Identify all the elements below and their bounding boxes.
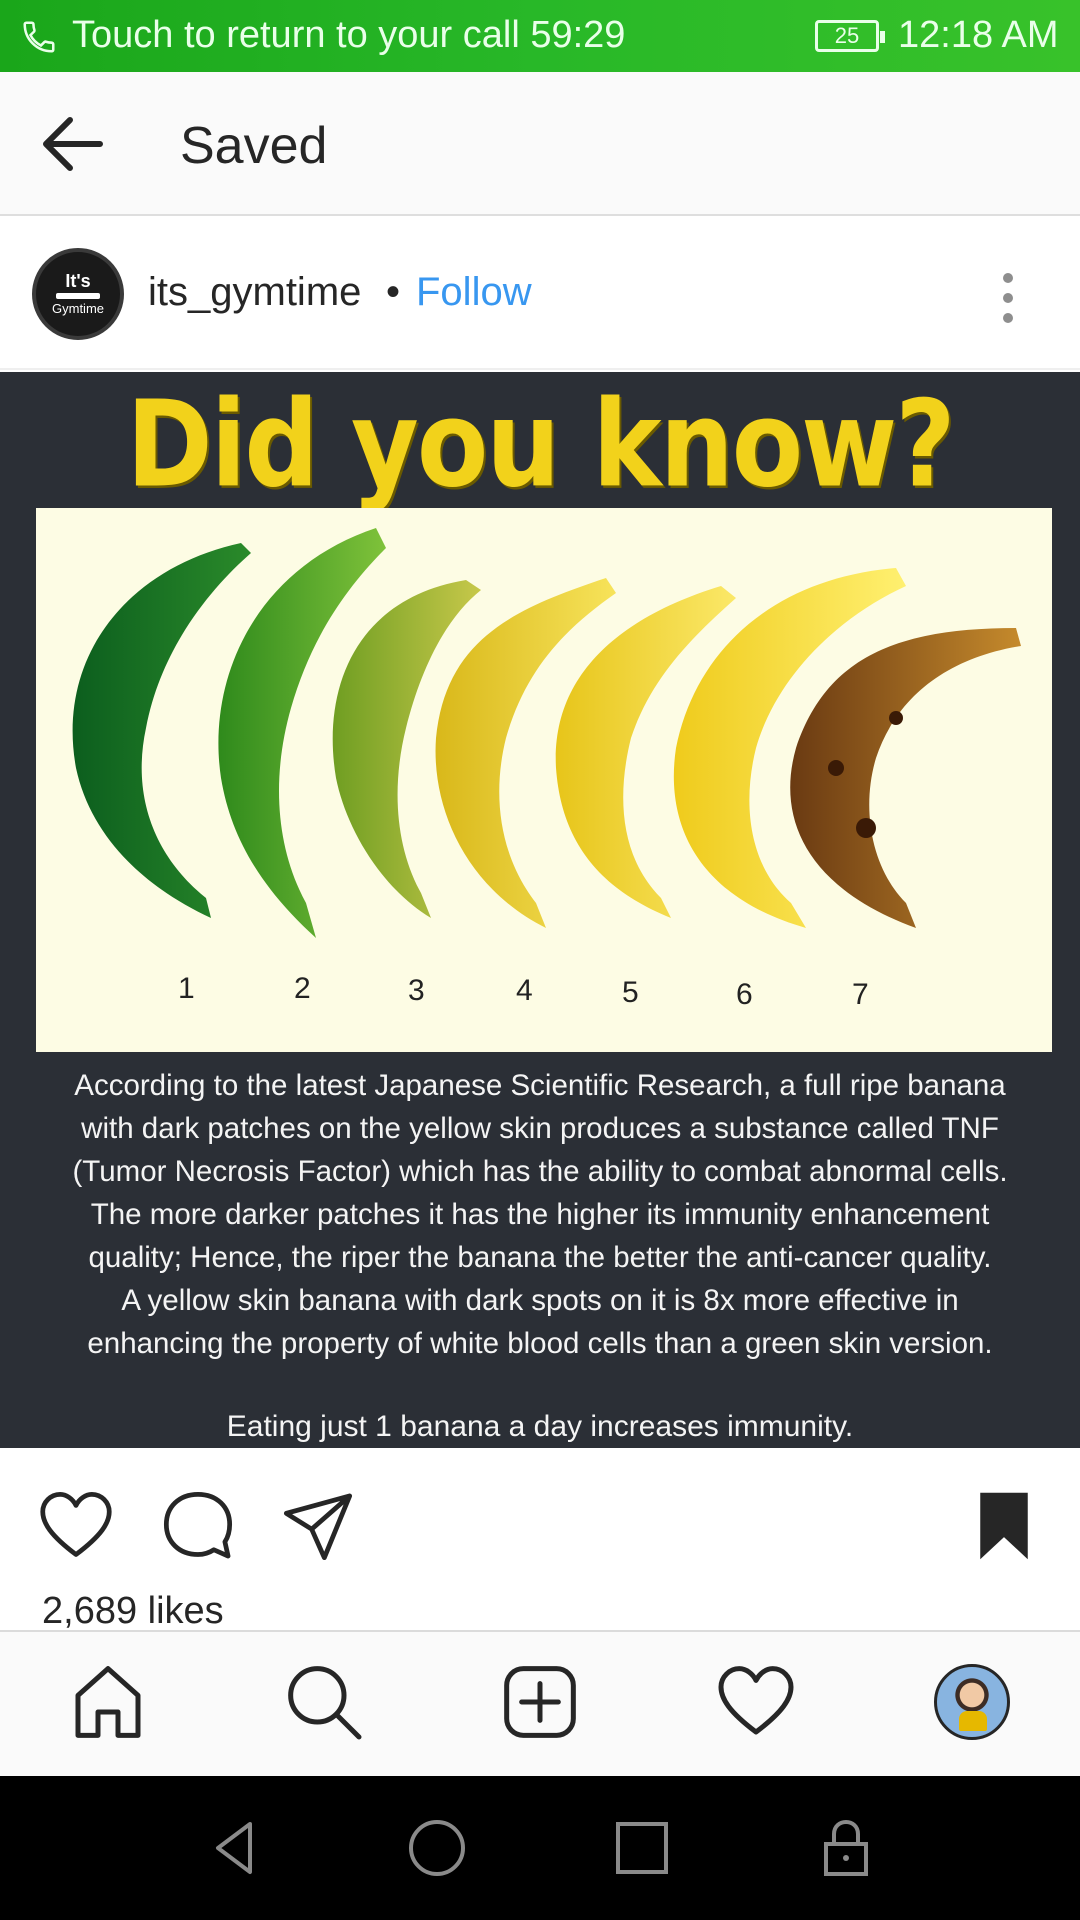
- add-post-icon[interactable]: [500, 1662, 580, 1742]
- comment-icon[interactable]: [160, 1488, 236, 1564]
- bananas-graphic: 1 2 3 4 5 6 7: [72, 528, 1021, 1011]
- caption-line: (Tumor Necrosis Factor) which has the ab…: [72, 1155, 1008, 1188]
- clock: 12:18 AM: [898, 14, 1059, 56]
- home-icon[interactable]: [68, 1662, 148, 1742]
- banana-number-3: 3: [408, 974, 425, 1007]
- dumbbell-icon: [56, 293, 100, 299]
- user-avatar[interactable]: It's Gymtime: [32, 248, 124, 340]
- system-navigation-bar: [0, 1776, 1080, 1920]
- image-caption: According to the latest Japanese Scienti…: [10, 1064, 1070, 1365]
- banana-number-4: 4: [516, 974, 533, 1007]
- likes-count[interactable]: 2,689 likes: [42, 1590, 224, 1633]
- banana-number-6: 6: [736, 978, 753, 1011]
- post-actions: 2,689 likes: [0, 1448, 1080, 1632]
- username-link[interactable]: its_gymtime: [148, 270, 361, 315]
- back-triangle-icon[interactable]: [202, 1816, 266, 1880]
- search-icon[interactable]: [284, 1662, 364, 1742]
- arrow-left-icon[interactable]: [40, 114, 104, 174]
- bookmark-icon[interactable]: [966, 1488, 1042, 1564]
- banana-number-2: 2: [294, 972, 311, 1005]
- bottom-navigation: [0, 1630, 1080, 1776]
- banana-7: [790, 628, 1021, 928]
- caption-line: A yellow skin banana with dark spots on …: [121, 1284, 959, 1317]
- caption-line: According to the latest Japanese Scienti…: [74, 1069, 1006, 1102]
- profile-avatar[interactable]: [934, 1664, 1010, 1740]
- heart-icon[interactable]: [38, 1488, 114, 1564]
- image-headline: Did you know?: [126, 374, 955, 515]
- banana-ripeness-illustration: 1 2 3 4 5 6 7: [36, 508, 1052, 1052]
- caption-line: with dark patches on the yellow skin pro…: [81, 1112, 999, 1145]
- return-to-call-text[interactable]: Touch to return to your call 59:29: [72, 14, 625, 57]
- activity-heart-icon[interactable]: [716, 1662, 796, 1742]
- status-bar[interactable]: Touch to return to your call 59:29 25 12…: [0, 0, 1080, 72]
- avatar-logo-text: It's: [65, 271, 91, 291]
- post-image[interactable]: Did you know? 1 2 3 4 5 6 7 According to…: [0, 372, 1080, 1448]
- banana-number-1: 1: [178, 972, 195, 1005]
- follow-button[interactable]: Follow: [416, 270, 532, 315]
- caption-line: The more darker patches it has the highe…: [90, 1198, 990, 1231]
- home-circle-icon[interactable]: [405, 1816, 469, 1880]
- avatar-logo-subtext: Gymtime: [52, 301, 104, 316]
- recents-square-icon[interactable]: [610, 1816, 674, 1880]
- battery-indicator: 25: [815, 20, 885, 52]
- caption-line: enhancing the property of white blood ce…: [87, 1327, 993, 1360]
- more-options-icon[interactable]: [990, 270, 1026, 326]
- phone-icon: [23, 21, 55, 53]
- page-title: Saved: [180, 117, 328, 175]
- app-header: Saved: [0, 72, 1080, 216]
- post-header: It's Gymtime its_gymtime • Follow: [0, 218, 1080, 370]
- caption-line: quality; Hence, the riper the banana the…: [88, 1241, 992, 1274]
- share-icon[interactable]: [280, 1488, 356, 1564]
- banana-number-5: 5: [622, 976, 639, 1009]
- lock-icon[interactable]: [814, 1816, 878, 1880]
- banana-number-7: 7: [852, 978, 869, 1011]
- caption-footer: Eating just 1 banana a day increases imm…: [226, 1410, 854, 1443]
- separator-dot: •: [386, 270, 401, 314]
